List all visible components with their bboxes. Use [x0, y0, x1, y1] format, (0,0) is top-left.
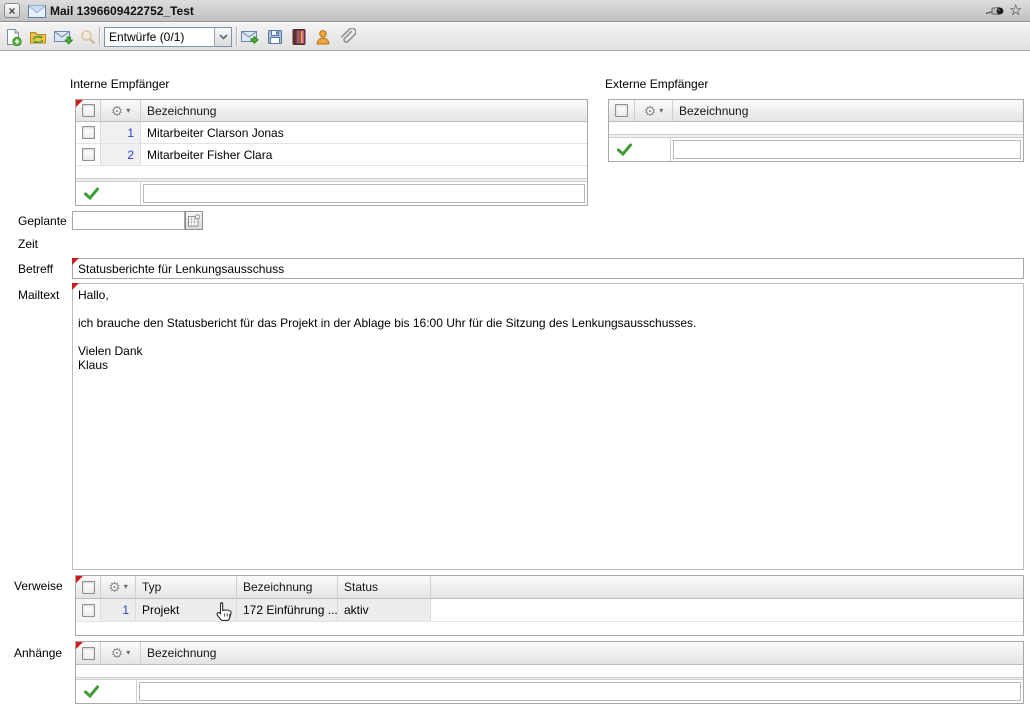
empty-row	[609, 122, 1023, 135]
toolbar-separator	[236, 27, 237, 46]
calendar-picker-button[interactable]	[185, 211, 203, 230]
row-filler	[431, 599, 1023, 621]
table-header: ⚙ ▾ Typ Bezeichnung Status	[76, 576, 1023, 599]
gear-menu-button[interactable]: ⚙ ▾	[101, 100, 141, 121]
chevron-down-icon: ▾	[659, 105, 664, 115]
row-status[interactable]: aktiv	[338, 599, 431, 621]
required-marker	[76, 642, 83, 649]
required-marker	[72, 258, 79, 265]
row-number: 1	[101, 599, 136, 621]
interne-empfaenger-label: Interne Empfänger	[70, 77, 170, 91]
verweise-label: Verweise	[14, 579, 63, 593]
confirm-add-button[interactable]	[76, 182, 141, 205]
geplante-zeit-label: Geplante	[18, 214, 67, 228]
row-number: 2	[101, 144, 141, 165]
receive-mail-button[interactable]	[53, 27, 73, 47]
folder-select-value: Entwürfe (0/1)	[109, 30, 185, 44]
empty-row	[76, 166, 587, 179]
new-document-button[interactable]	[3, 27, 23, 47]
confirm-add-button[interactable]	[76, 680, 137, 703]
toolbar-separator	[99, 27, 100, 46]
table-header: ⚙ ▾ Bezeichnung	[76, 642, 1023, 665]
mail-window: { "window": { "title": "Mail 13966094227…	[0, 0, 1030, 710]
table-header: ⚙ ▾ Bezeichnung	[609, 100, 1023, 122]
address-book-button[interactable]	[289, 27, 309, 47]
interne-empfaenger-table: ⚙ ▾ Bezeichnung 1 Mitarbeiter Clarson Jon…	[75, 99, 588, 206]
select-all-checkbox[interactable]	[609, 100, 635, 121]
star-icon[interactable]: ☆	[1009, 1, 1022, 21]
table-add-row	[76, 182, 587, 205]
gear-icon: ⚙	[643, 102, 657, 119]
folder-select[interactable]: Entwürfe (0/1)	[104, 27, 232, 47]
required-marker	[76, 576, 83, 583]
hand-cursor-icon	[216, 601, 233, 626]
mailtext-area[interactable]: Hallo, ich brauche den Statusbericht für…	[72, 283, 1024, 570]
empty-row	[76, 665, 1023, 678]
chevron-down-icon: ▾	[126, 105, 131, 115]
table-row[interactable]: 1 Mitarbeiter Clarson Jonas	[76, 122, 587, 144]
table-add-row	[76, 680, 1023, 703]
row-checkbox[interactable]	[76, 599, 101, 621]
row-bezeichnung[interactable]: Mitarbeiter Fisher Clara	[141, 144, 587, 165]
table-header: ⚙ ▾ Bezeichnung	[76, 100, 587, 122]
anhaenge-label: Anhänge	[14, 646, 63, 660]
folder-sync-button[interactable]	[28, 27, 48, 47]
mailtext-label: Mailtext	[18, 288, 60, 302]
chevron-down-icon: ▾	[123, 582, 128, 591]
gear-icon: ⚙	[108, 579, 121, 595]
row-checkbox[interactable]	[76, 144, 101, 165]
gear-menu-button[interactable]: ⚙ ▾	[635, 100, 673, 121]
close-icon[interactable]: ×	[4, 3, 20, 18]
column-header-bezeichnung: Bezeichnung	[237, 576, 338, 598]
search-icon[interactable]	[78, 27, 98, 47]
chevron-down-icon: ▾	[126, 648, 131, 657]
gear-icon: ⚙	[110, 102, 124, 119]
check-icon	[617, 143, 632, 156]
toolbar: Entwürfe (0/1)	[0, 23, 1030, 51]
betreff-field	[72, 258, 1024, 279]
check-icon	[84, 685, 99, 698]
pin-icon[interactable]	[985, 5, 1005, 20]
add-recipient-input[interactable]	[143, 184, 585, 203]
confirm-add-button[interactable]	[609, 138, 671, 161]
gear-menu-button[interactable]: ⚙ ▾	[101, 576, 136, 598]
window-title: Mail 1396609422752_Test	[50, 4, 194, 18]
user-button[interactable]	[313, 27, 333, 47]
column-header-filler	[431, 576, 1023, 598]
row-bezeichnung[interactable]: Mitarbeiter Clarson Jonas	[141, 122, 587, 143]
geplante-zeit-field	[72, 211, 204, 230]
send-mail-button[interactable]	[240, 27, 260, 47]
column-header-bezeichnung: Bezeichnung	[679, 103, 749, 118]
row-bezeichnung[interactable]: 172 Einführung ...	[237, 599, 338, 621]
geplante-zeit-input[interactable]	[72, 211, 185, 230]
column-header-typ: Typ	[136, 576, 237, 598]
row-number: 1	[101, 122, 141, 143]
column-header-bezeichnung: Bezeichnung	[147, 646, 217, 660]
betreff-input[interactable]	[72, 258, 1024, 279]
required-marker	[76, 100, 83, 107]
add-attachment-input[interactable]	[139, 682, 1021, 701]
check-icon	[84, 187, 99, 200]
chevron-down-icon[interactable]	[214, 28, 231, 46]
geplante-zeit-label-2: Zeit	[18, 237, 39, 251]
gear-icon: ⚙	[110, 645, 124, 661]
betreff-label: Betreff	[18, 262, 54, 276]
save-button[interactable]	[265, 27, 285, 47]
required-marker	[72, 283, 79, 290]
column-header-bezeichnung: Bezeichnung	[147, 103, 217, 118]
table-row[interactable]: 2 Mitarbeiter Fisher Clara	[76, 144, 587, 166]
column-header-status: Status	[338, 576, 431, 598]
externe-empfaenger-label: Externe Empfänger	[605, 77, 709, 91]
row-checkbox[interactable]	[76, 122, 101, 143]
add-recipient-input[interactable]	[673, 140, 1021, 159]
anhaenge-table: ⚙ ▾ Bezeichnung	[75, 641, 1024, 704]
attachment-button[interactable]	[337, 27, 357, 47]
calendar-icon	[188, 214, 200, 227]
title-bar: × Mail 1396609422752_Test ☆	[0, 0, 1030, 22]
gear-menu-button[interactable]: ⚙ ▾	[101, 642, 141, 664]
externe-empfaenger-table: ⚙ ▾ Bezeichnung	[608, 99, 1024, 162]
table-add-row	[609, 138, 1023, 161]
mail-icon	[28, 5, 46, 21]
